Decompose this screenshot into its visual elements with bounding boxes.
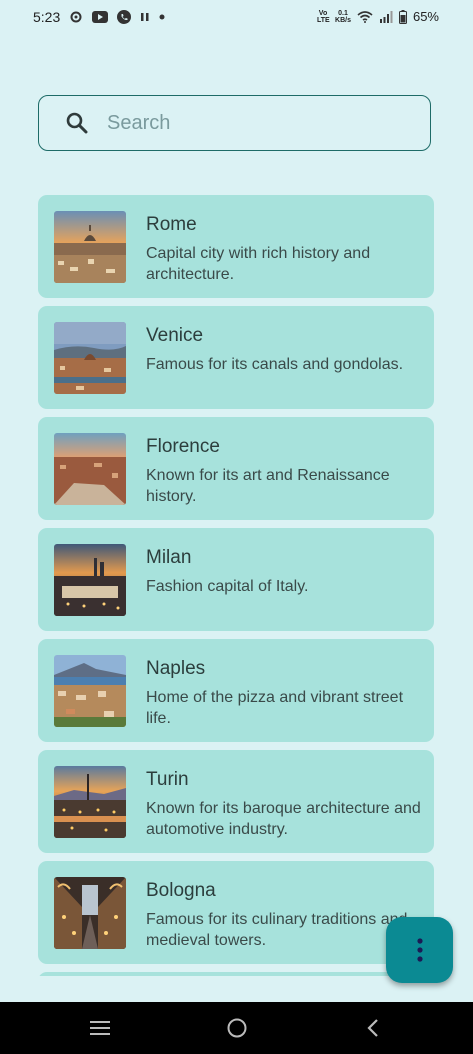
city-card-rome[interactable]: Rome Capital city with rich history and … — [38, 195, 434, 298]
city-description: Fashion capital of Italy. — [146, 578, 309, 595]
city-image-rome — [54, 211, 126, 283]
city-description: Home of the pizza and vibrant street lif… — [146, 689, 404, 727]
city-card-naples[interactable]: Naples Home of the pizza and vibrant str… — [38, 639, 434, 742]
more-vertical-icon — [416, 938, 423, 962]
city-card-venice[interactable]: Venice Famous for its canals and gondola… — [38, 306, 434, 409]
search-bar[interactable] — [38, 95, 431, 151]
city-image-turin — [54, 766, 126, 838]
phone-icon — [117, 10, 132, 24]
screen: 5:23 Vo LTE 0.1 KB/s 65% Search Rome Cap… — [0, 0, 473, 1054]
signal-icon — [379, 10, 393, 23]
city-card-bologna[interactable]: Bologna Famous for its culinary traditio… — [38, 861, 434, 964]
city-description: Known for its art and Renaissance histor… — [146, 467, 390, 505]
status-right: Vo LTE 0.1 KB/s 65% — [317, 9, 439, 24]
battery-icon — [398, 9, 407, 24]
speed-unit: KB/s — [335, 16, 351, 24]
city-name: Naples — [146, 658, 206, 679]
city-image-bologna — [54, 877, 126, 949]
city-description: Known for its baroque architecture and a… — [146, 800, 421, 838]
search-input[interactable] — [105, 110, 409, 136]
pause-icon — [140, 12, 150, 22]
more-options-button[interactable] — [386, 917, 453, 983]
recent-apps-icon[interactable] — [88, 1016, 112, 1045]
settings-icon — [69, 10, 83, 24]
city-card-milan[interactable]: Milan Fashion capital of Italy. — [38, 528, 434, 631]
network-label: Vo LTE — [317, 9, 330, 24]
youtube-icon — [92, 11, 109, 23]
city-name: Bologna — [146, 880, 216, 901]
status-time: 5:23 — [33, 9, 61, 25]
network-speed: 0.1 KB/s — [335, 10, 351, 24]
city-image-milan — [54, 544, 126, 616]
city-name: Turin — [146, 769, 189, 790]
city-description: Famous for its canals and gondolas. — [146, 356, 404, 373]
navigation-bar — [0, 1002, 473, 1054]
home-icon[interactable] — [225, 1016, 249, 1045]
status-bar: 5:23 Vo LTE 0.1 KB/s 65% — [0, 0, 473, 36]
city-image-venice — [54, 322, 126, 394]
wifi-icon — [357, 10, 373, 23]
city-name: Venice — [146, 325, 204, 346]
city-image-naples — [54, 655, 126, 727]
city-card-turin[interactable]: Turin Known for its baroque architecture… — [38, 750, 434, 853]
city-image-florence — [54, 433, 126, 505]
city-description: Capital city with rich history and archi… — [146, 245, 371, 283]
dot-icon — [159, 14, 165, 20]
back-icon[interactable] — [362, 1016, 386, 1045]
speed-value: 0.1 — [338, 9, 348, 17]
status-left: 5:23 — [33, 9, 165, 25]
city-card-florence[interactable]: Florence Known for its art and Renaissan… — [38, 417, 434, 520]
city-name: Rome — [146, 214, 197, 235]
battery-percent: 65% — [412, 9, 439, 24]
search-icon — [66, 112, 88, 134]
city-name: Milan — [146, 547, 192, 568]
city-name: Florence — [146, 436, 220, 457]
